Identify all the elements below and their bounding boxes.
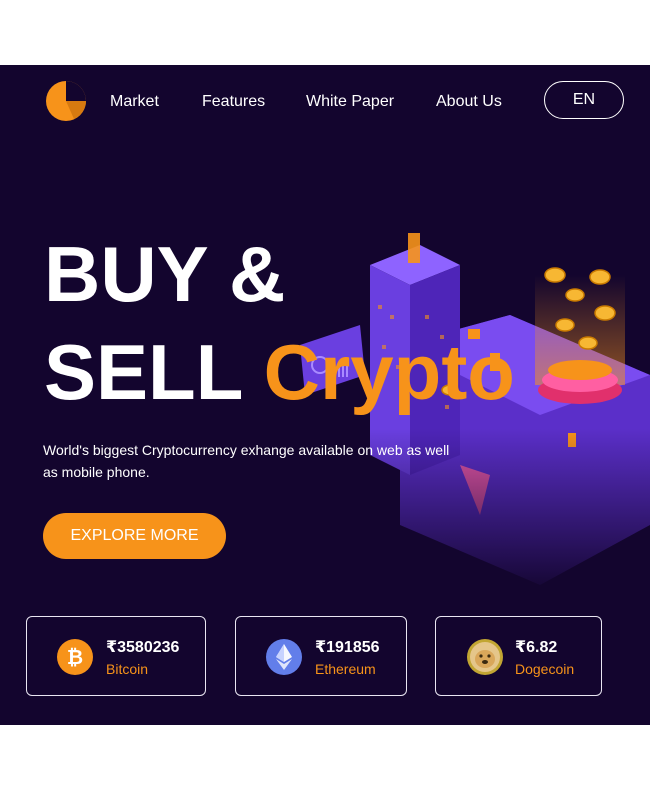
language-selector-button[interactable]: EN bbox=[544, 81, 624, 119]
coin-price: ₹191856 bbox=[315, 639, 380, 656]
nav-link-about-us[interactable]: About Us bbox=[436, 93, 502, 111]
brand-logo-icon[interactable] bbox=[44, 80, 92, 122]
headline-word-crypto: Crypto bbox=[263, 328, 515, 416]
coin-name: Ethereum bbox=[315, 661, 376, 677]
coin-card-dogecoin[interactable]: ₹6.82 Dogecoin bbox=[435, 616, 602, 696]
explore-more-button[interactable]: EXPLORE MORE bbox=[43, 513, 226, 559]
coin-price: ₹6.82 bbox=[515, 639, 558, 656]
headline-line-1: BUY & bbox=[44, 230, 286, 318]
coin-card-bitcoin[interactable]: ₿ ₹3580236 Bitcoin bbox=[26, 616, 206, 696]
coin-name: Dogecoin bbox=[515, 661, 575, 677]
nav-link-features[interactable]: Features bbox=[202, 93, 265, 111]
coin-name: Bitcoin bbox=[106, 661, 149, 677]
svg-text:₿: ₿ bbox=[67, 645, 83, 669]
bitcoin-icon: ₿ bbox=[56, 638, 94, 676]
nav-link-market[interactable]: Market bbox=[110, 93, 159, 111]
coin-price: ₹3580236 bbox=[106, 639, 180, 656]
ethereum-icon bbox=[265, 638, 303, 676]
hero-subtitle: World's biggest Cryptocurrency exhange a… bbox=[43, 442, 450, 480]
headline-line-2: SELL Crypto bbox=[44, 333, 515, 411]
nav-link-white-paper[interactable]: White Paper bbox=[306, 93, 394, 111]
headline-word-sell: SELL bbox=[44, 328, 242, 416]
hero-section: Market Features White Paper About Us EN … bbox=[0, 65, 650, 725]
dogecoin-icon bbox=[466, 638, 504, 676]
coin-card-ethereum[interactable]: ₹191856 Ethereum bbox=[235, 616, 407, 696]
